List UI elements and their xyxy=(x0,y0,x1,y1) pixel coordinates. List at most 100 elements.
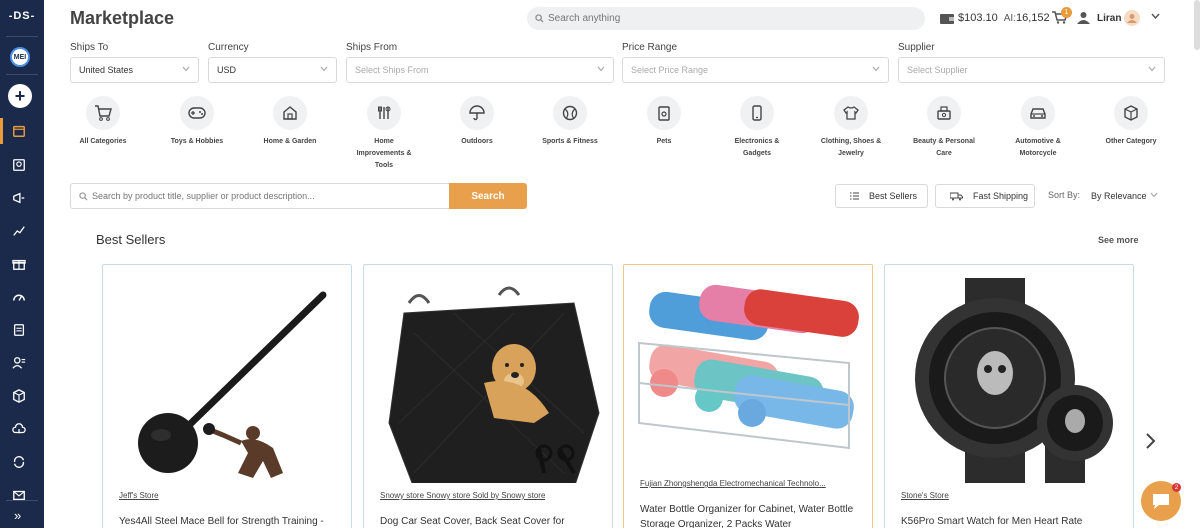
category-label: Home Improvements & Tools xyxy=(356,138,412,169)
store-link[interactable]: Snowy store Snowy store Sold by Snowy st… xyxy=(380,491,545,500)
category-outdoors[interactable]: Outdoors xyxy=(432,96,522,148)
balance-amount: $103.10 xyxy=(958,12,998,24)
category-label: Electronics & Gadgets xyxy=(734,138,780,157)
product-title[interactable]: Water Bottle Organizer for Cabinet, Wate… xyxy=(640,502,860,528)
fast-shipping-filter-label: Fast Shipping xyxy=(973,191,1029,201)
store-link[interactable]: Stone's Store xyxy=(901,491,949,500)
chat-badge: 2 xyxy=(1172,483,1181,492)
best-sellers-filter-button[interactable]: Best Sellers xyxy=(835,184,928,208)
category-toys-hobbies[interactable]: Toys & Hobbies xyxy=(152,96,242,148)
truck-icon xyxy=(950,192,963,200)
category-beauty[interactable]: Beauty & Personal Care xyxy=(899,96,989,160)
product-title[interactable]: K56Pro Smart Watch for Men Heart Rate xyxy=(901,514,1121,528)
supplier-select[interactable]: Select Supplier xyxy=(898,57,1165,83)
app-logo[interactable]: -DS- xyxy=(0,10,44,22)
category-label: Clothing, Shoes & Jewelry xyxy=(820,138,882,157)
gamepad-icon xyxy=(188,107,206,119)
category-all[interactable]: All Categories xyxy=(58,96,148,148)
product-title[interactable]: Dog Car Seat Cover, Back Seat Cover for xyxy=(380,514,600,528)
cloud-upload-icon[interactable] xyxy=(11,421,27,437)
user-name[interactable]: Liran xyxy=(1097,13,1121,24)
customers-icon[interactable] xyxy=(11,355,27,371)
category-label: Home & Garden xyxy=(263,138,317,145)
global-search[interactable] xyxy=(527,7,925,30)
chevron-down-icon[interactable] xyxy=(1151,13,1160,19)
chevron-down-icon xyxy=(1148,66,1156,72)
product-card[interactable]: Fujian Zhongshengda Electromechanical Te… xyxy=(623,264,873,528)
store-link[interactable]: Jeff's Store xyxy=(119,491,159,500)
wallet-balance[interactable]: $103.10 AI: 16,152 xyxy=(940,12,1050,24)
chevron-right-icon[interactable] xyxy=(1145,432,1157,450)
category-home-improvements[interactable]: Home Improvements & Tools xyxy=(339,96,429,172)
home-icon xyxy=(283,106,297,120)
ships-from-placeholder: Select Ships From xyxy=(355,65,429,75)
supplier-placeholder: Select Supplier xyxy=(907,65,968,75)
fast-shipping-filter-button[interactable]: Fast Shipping xyxy=(935,184,1035,208)
analytics-icon[interactable] xyxy=(11,223,27,239)
divider xyxy=(6,36,38,37)
product-card[interactable]: Stone's Store K56Pro Smart Watch for Men… xyxy=(884,264,1134,528)
product-search[interactable] xyxy=(70,183,450,209)
chevron-down-icon xyxy=(320,66,328,72)
category-label: Outdoors xyxy=(461,138,493,145)
global-search-input[interactable] xyxy=(548,13,908,24)
product-image xyxy=(138,291,327,478)
workspace-avatar[interactable]: MEI xyxy=(10,47,30,67)
product-image xyxy=(915,278,1113,483)
category-label: Toys & Hobbies xyxy=(170,138,224,145)
product-search-input[interactable] xyxy=(92,191,442,201)
chevron-down-icon[interactable] xyxy=(1150,192,1158,198)
category-clothing[interactable]: Clothing, Shoes & Jewelry xyxy=(806,96,896,160)
orders-icon[interactable] xyxy=(11,322,27,338)
user-avatar[interactable] xyxy=(1124,10,1140,26)
category-electronics[interactable]: Electronics & Gadgets xyxy=(712,96,802,160)
speed-icon[interactable] xyxy=(11,289,27,305)
category-pets[interactable]: Pets xyxy=(619,96,709,148)
ships-from-select[interactable]: Select Ships From xyxy=(346,57,614,83)
marketplace-icon[interactable] xyxy=(11,123,27,139)
sort-label: Sort By: xyxy=(1048,190,1081,200)
see-more-link[interactable]: See more xyxy=(1098,235,1139,245)
gift-icon[interactable] xyxy=(11,256,27,272)
category-other[interactable]: Other Category xyxy=(1086,96,1176,148)
products-icon[interactable] xyxy=(11,157,27,173)
shirt-icon xyxy=(843,106,859,120)
price-range-select[interactable]: Select Price Range xyxy=(622,57,889,83)
product-image xyxy=(638,284,859,450)
ai-credits-label: AI: xyxy=(1003,12,1016,24)
currency-select[interactable]: USD xyxy=(208,57,337,83)
wallet-icon xyxy=(940,14,954,24)
supplier-label: Supplier xyxy=(898,42,935,53)
chat-icon xyxy=(1153,494,1169,509)
search-button[interactable]: Search xyxy=(449,183,527,209)
cart-count-badge: 1 xyxy=(1061,7,1072,18)
search-icon xyxy=(79,191,88,201)
car-icon xyxy=(1030,108,1046,119)
sync-icon[interactable] xyxy=(11,454,27,470)
product-title[interactable]: Yes4All Steel Mace Bell for Strength Tra… xyxy=(119,514,339,528)
category-automotive[interactable]: Automotive & Motorcycle xyxy=(993,96,1083,160)
sort-select[interactable]: By Relevance xyxy=(1091,191,1147,201)
divider xyxy=(6,500,38,501)
best-sellers-filter-label: Best Sellers xyxy=(869,191,918,201)
product-card[interactable]: Snowy store Snowy store Sold by Snowy st… xyxy=(363,264,613,528)
category-home-garden[interactable]: Home & Garden xyxy=(245,96,335,148)
category-label: Beauty & Personal Care xyxy=(913,138,975,157)
ai-credits-value: 16,152 xyxy=(1016,12,1050,24)
list-icon xyxy=(850,192,859,200)
price-range-placeholder: Select Price Range xyxy=(631,65,709,75)
category-sports-fitness[interactable]: Sports & Fitness xyxy=(525,96,615,148)
campaign-icon[interactable] xyxy=(11,190,27,206)
ships-to-label: Ships To xyxy=(70,42,109,53)
ships-to-select[interactable]: United States xyxy=(70,57,199,83)
collapse-sidebar-icon[interactable]: » xyxy=(14,508,21,523)
package-icon[interactable] xyxy=(11,388,27,404)
search-icon xyxy=(535,14,544,23)
ball-icon xyxy=(562,105,578,121)
scrollbar[interactable] xyxy=(1194,0,1200,50)
store-link[interactable]: Fujian Zhongshengda Electromechanical Te… xyxy=(640,479,826,488)
add-button[interactable]: + xyxy=(8,84,32,108)
price-range-label: Price Range xyxy=(622,42,678,53)
ships-from-label: Ships From xyxy=(346,42,398,53)
product-card[interactable]: Jeff's Store Yes4All Steel Mace Bell for… xyxy=(102,264,352,528)
